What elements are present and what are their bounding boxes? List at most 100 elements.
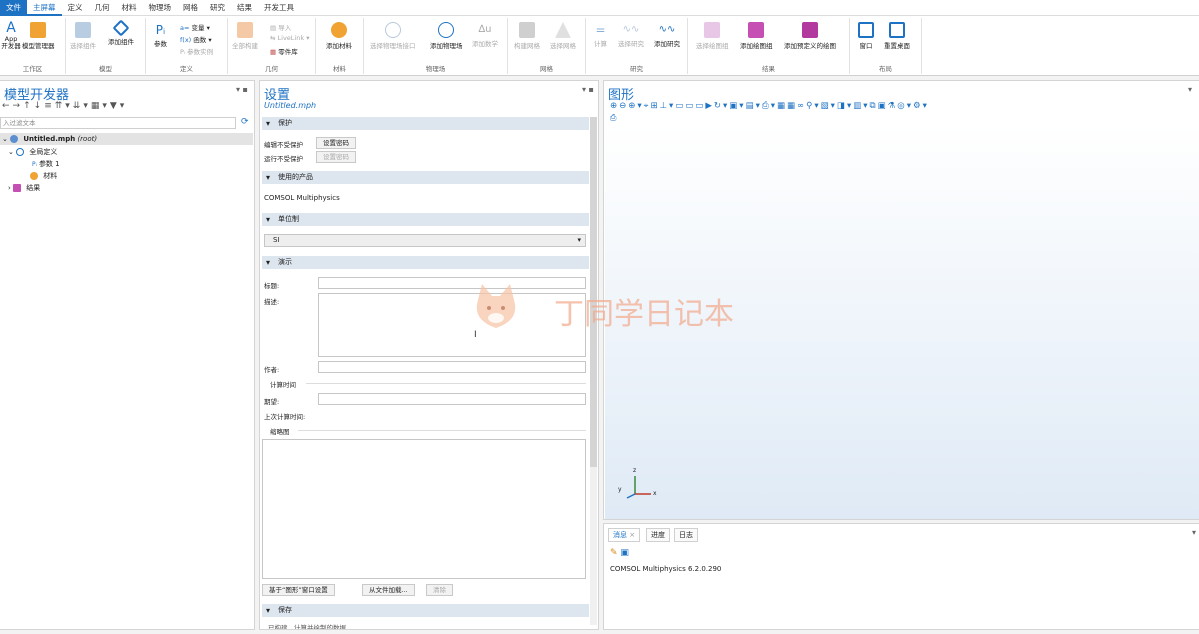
section-unit-system[interactable]: 单位制 bbox=[262, 213, 589, 226]
tab-progress[interactable]: 进度 bbox=[646, 528, 670, 542]
view-select-icon[interactable]: ▣▾ bbox=[729, 101, 745, 111]
filter-input[interactable]: 入过滤文本 bbox=[0, 117, 236, 129]
panel-menu-icon[interactable]: ▾ ▪ bbox=[582, 85, 594, 94]
add-predefined-plot-button[interactable]: 添加预定义的绘图 bbox=[784, 22, 836, 50]
zoom-selected-icon[interactable]: ⊞ bbox=[650, 101, 659, 111]
add-plot-group-button[interactable]: 添加绘图组 bbox=[740, 22, 773, 50]
add-component-button[interactable]: 添加组件 bbox=[108, 19, 134, 46]
panel-menu-icon[interactable]: ▾ bbox=[1192, 528, 1196, 537]
ribbon-group-layout: 窗口 重置桌面 布局 bbox=[850, 18, 922, 74]
set-password-button[interactable]: 设置密码 bbox=[316, 137, 356, 149]
menu-definitions[interactable]: 定义 bbox=[62, 0, 89, 16]
load-from-file-button[interactable]: 从文件加载... bbox=[362, 584, 415, 596]
zoom-box-icon[interactable]: ⊕▾ bbox=[628, 101, 643, 111]
print-graphics-icon[interactable]: ⎙ bbox=[610, 113, 616, 123]
select-physics-interface-button[interactable]: 选择物理场接口 bbox=[370, 22, 416, 50]
description-field[interactable]: I bbox=[318, 293, 586, 357]
select-mesh-button[interactable]: 选择网格 bbox=[550, 22, 576, 50]
camera-icon[interactable]: ▤▾ bbox=[746, 101, 762, 111]
print-icon[interactable]: ⎙▾ bbox=[762, 101, 777, 111]
save-option-label: 已构建、计算并绘制的数据 bbox=[268, 624, 346, 629]
part-library-button[interactable]: ▦ 零件库 bbox=[270, 46, 298, 56]
menu-developer[interactable]: 开发工具 bbox=[258, 0, 300, 16]
menu-physics[interactable]: 物理场 bbox=[143, 0, 178, 16]
menu-home[interactable]: 主屏幕 bbox=[27, 0, 62, 16]
tree-materials[interactable]: 材料 bbox=[30, 171, 57, 181]
menu-mesh[interactable]: 网格 bbox=[177, 0, 204, 16]
add-material-button[interactable]: 添加材料 bbox=[326, 22, 352, 50]
variables-button[interactable]: a= 变量 ▾ bbox=[180, 22, 210, 32]
move-down-icon[interactable]: ↓ bbox=[34, 101, 45, 111]
app-builder-button[interactable]: A App 开发器 bbox=[0, 20, 22, 50]
menu-file[interactable]: 文件 bbox=[0, 0, 27, 16]
zoom-in-icon[interactable]: ⊕ bbox=[610, 101, 619, 111]
menu-materials[interactable]: 材料 bbox=[116, 0, 143, 16]
menu-geometry[interactable]: 几何 bbox=[89, 0, 116, 16]
rotate-icon[interactable]: ↻▾ bbox=[714, 101, 729, 111]
tree-root-item[interactable]: ⌄ Untitled.mph (root) bbox=[2, 135, 97, 143]
forward-icon[interactable]: → bbox=[13, 101, 24, 111]
set-run-password-button[interactable]: 设置密码 bbox=[316, 151, 356, 163]
add-study-button[interactable]: ∿∿ 添加研究 bbox=[654, 22, 680, 48]
section-protection[interactable]: 保护 bbox=[262, 117, 589, 130]
tab-messages[interactable]: 消息 × bbox=[608, 528, 641, 542]
collapse-icon[interactable]: ⇈▾ bbox=[55, 101, 73, 111]
panel-menu-icon[interactable]: ▾ bbox=[1188, 85, 1192, 94]
expand-icon[interactable]: ⇊▾ bbox=[73, 101, 91, 111]
grid-icon[interactable]: ▦▦ bbox=[777, 101, 797, 111]
build-mesh-button[interactable]: 构建网格 bbox=[514, 22, 540, 50]
light-icon[interactable]: ∞⚲▾ bbox=[797, 101, 821, 111]
import-button[interactable]: ▤ 导入 bbox=[270, 22, 291, 32]
title-field[interactable] bbox=[318, 277, 586, 289]
compute-button[interactable]: = 计算 bbox=[594, 22, 607, 48]
axis-icon[interactable]: ⊥▾ bbox=[660, 101, 676, 111]
section-presentation[interactable]: 演示 bbox=[262, 256, 589, 269]
tree-results[interactable]: › 结果 bbox=[8, 183, 40, 193]
select-icon[interactable]: ▭▭▭ bbox=[675, 101, 705, 111]
livelink-button[interactable]: ⇆ LiveLink ▾ bbox=[270, 34, 309, 42]
clear-messages-icon[interactable]: ✎ bbox=[610, 548, 618, 558]
menu-study[interactable]: 研究 bbox=[204, 0, 231, 16]
menu-results[interactable]: 结果 bbox=[231, 0, 258, 16]
param-case-button[interactable]: Pᵢ 参数实例 bbox=[180, 46, 213, 56]
unit-system-select[interactable]: SI ▾ bbox=[264, 234, 586, 247]
model-manager-button[interactable]: 模型管理器 bbox=[22, 22, 55, 50]
select-plot-group-button[interactable]: 选择绘图组 bbox=[696, 22, 729, 50]
settings-panel: 设置 ▾ ▪ Untitled.mph 保护 编辑不受保护 设置密码 运行不受保… bbox=[259, 80, 599, 630]
settings-icon[interactable]: ⚙▾ bbox=[913, 101, 929, 111]
clear-button[interactable]: 清除 bbox=[426, 584, 453, 596]
filter-icon[interactable]: ▼▾ bbox=[110, 101, 127, 111]
window-button[interactable]: 窗口 bbox=[858, 22, 874, 50]
reset-desktop-button[interactable]: 重置桌面 bbox=[884, 22, 910, 50]
expected-time-field[interactable] bbox=[318, 393, 586, 405]
select-study-button[interactable]: ∿∿ 选择研究 bbox=[618, 22, 644, 48]
render-icon[interactable]: ▧▾ bbox=[821, 101, 837, 111]
zoom-out-icon[interactable]: ⊖ bbox=[619, 101, 628, 111]
back-icon[interactable]: ← bbox=[2, 101, 13, 111]
section-products-used[interactable]: 使用的产品 bbox=[262, 171, 589, 184]
move-up-icon[interactable]: ↑ bbox=[23, 101, 34, 111]
copy-messages-icon[interactable]: ▣ bbox=[620, 548, 629, 558]
view-icon[interactable]: ▦▾ bbox=[91, 101, 110, 111]
close-icon[interactable]: × bbox=[629, 531, 635, 539]
panel-menu-icon[interactable]: ▾ ▪ bbox=[236, 85, 248, 94]
tree-parameters[interactable]: Pᵢ 参数 1 bbox=[32, 159, 60, 169]
from-graphics-window-button[interactable]: 基于“图形”窗口设置 bbox=[262, 584, 335, 596]
add-math-button[interactable]: ∆u 添加数学 bbox=[472, 22, 498, 48]
transparency-icon[interactable]: ◨▾ bbox=[837, 101, 853, 111]
build-all-button[interactable]: 全部构建 bbox=[232, 22, 258, 50]
add-physics-button[interactable]: 添加物理场 bbox=[430, 22, 463, 50]
section-save[interactable]: 保存 bbox=[262, 604, 589, 617]
parameters-button[interactable]: Pᵢ 参数 bbox=[154, 22, 167, 48]
select-component-button[interactable]: 选择组件 bbox=[70, 22, 96, 50]
paint-icon[interactable]: ⚗◎▾ bbox=[888, 101, 913, 111]
wireframe-icon[interactable]: ▥▾ bbox=[853, 101, 869, 111]
play-icon[interactable]: ▶ bbox=[705, 101, 714, 111]
tree-global-definitions[interactable]: ⌄ 全局定义 bbox=[8, 147, 57, 157]
functions-button[interactable]: f(x) 函数 ▾ bbox=[180, 34, 212, 44]
show-icon[interactable]: ≡ bbox=[44, 101, 55, 111]
author-field[interactable] bbox=[318, 361, 586, 373]
scene-icon[interactable]: ⧉▣ bbox=[870, 101, 888, 111]
tab-log[interactable]: 日志 bbox=[674, 528, 698, 542]
refresh-icon[interactable]: ⟳ bbox=[241, 117, 249, 127]
